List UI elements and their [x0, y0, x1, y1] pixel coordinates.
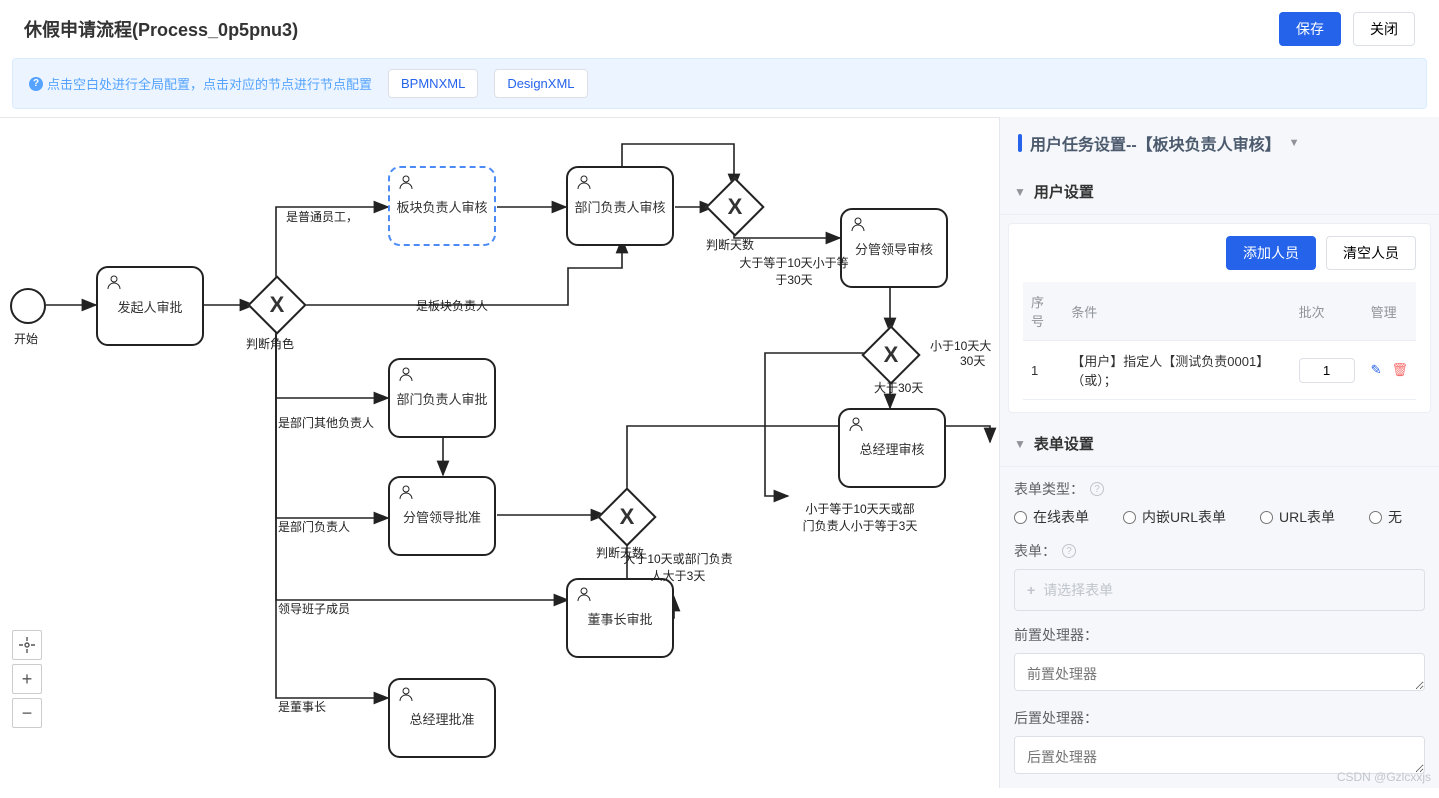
task-branch-leader-review[interactable]: 分管领导审核 — [840, 208, 948, 288]
edge-chairman: 是董事长 — [278, 698, 326, 715]
form-placeholder: 请选择表单 — [1043, 580, 1113, 600]
edge-le10-or-3: 小于等于10天天或部门负责人小于等于3天 — [800, 500, 920, 534]
task-chairman-approve[interactable]: 董事长审批 — [566, 578, 674, 658]
pre-handler-input[interactable] — [1014, 653, 1425, 691]
form-label: 表单：? — [1014, 541, 1425, 561]
task-gm-review[interactable]: 总经理审核 — [838, 408, 946, 488]
help-icon[interactable]: ? — [1090, 482, 1104, 496]
add-person-button[interactable]: 添加人员 — [1226, 236, 1316, 270]
radio-online[interactable]: 在线表单 — [1014, 507, 1089, 527]
radio-embed[interactable]: 内嵌URL表单 — [1123, 507, 1226, 527]
panel-title[interactable]: 用户任务设置--【板块负责人审核】 ▼ — [1000, 117, 1439, 169]
task-dept-leader-approve[interactable]: 部门负责人审批 — [388, 358, 496, 438]
form-select[interactable]: +请选择表单 — [1014, 569, 1425, 611]
panel-title-text: 用户任务设置--【板块负责人审核】 — [1030, 131, 1281, 155]
col-batch: 批次 — [1291, 282, 1363, 341]
post-handler-label: 后置处理器： — [1014, 708, 1425, 728]
title-accent — [1018, 134, 1022, 152]
collapse-icon: ▼ — [1014, 185, 1026, 199]
person-table: 序号 条件 批次 管理 1 【用户】指定人【测试负责0001】（或）； ✎ 🗑 — [1023, 282, 1416, 400]
cell-idx: 1 — [1023, 341, 1063, 400]
edit-icon[interactable]: ✎ — [1371, 362, 1382, 378]
cell-batch — [1291, 341, 1363, 400]
edge-10-30: 大于等于10天小于等于30天 — [734, 254, 854, 288]
edge-dept-leader: 是部门负责人 — [278, 518, 350, 535]
cell-mgmt: ✎ 🗑 — [1363, 341, 1416, 400]
bpmn-xml-button[interactable]: BPMNXML — [388, 69, 478, 98]
clear-person-button[interactable]: 清空人员 — [1326, 236, 1416, 270]
table-row: 1 【用户】指定人【测试负责0001】（或）； ✎ 🗑 — [1023, 341, 1416, 400]
delete-icon[interactable]: 🗑 — [1391, 362, 1408, 378]
col-idx: 序号 — [1023, 282, 1063, 341]
task-dept-leader-review[interactable]: 部门负责人审核 — [566, 166, 674, 246]
bpmn-canvas[interactable]: 开始 发起人审批 X 判断角色 板块负责人审核 部门负责人审核 X 判断天数 分… — [0, 117, 999, 788]
edge-normal-emp: 是普通员工， — [286, 208, 358, 225]
edge-block-leader: 是板块负责人 — [416, 297, 488, 314]
page-title: 休假申请流程(Process_0p5pnu3) — [24, 16, 298, 42]
radio-none[interactable]: 无 — [1369, 507, 1402, 527]
info-icon: ? — [29, 77, 43, 91]
section-form-title: 表单设置 — [1034, 433, 1094, 454]
config-hint: ? 点击空白处进行全局配置，点击对应的节点进行节点配置 — [29, 74, 372, 93]
collapse-icon: ▼ — [1014, 437, 1026, 451]
edge-gt30: 大于30天 — [874, 379, 923, 396]
info-bar: ? 点击空白处进行全局配置，点击对应的节点进行节点配置 BPMNXML Desi… — [12, 58, 1427, 109]
zoom-tools: + − — [12, 630, 42, 728]
target-icon[interactable] — [12, 630, 42, 660]
task-gm-approve[interactable]: 总经理批准 — [388, 678, 496, 758]
properties-sidebar: 用户任务设置--【板块负责人审核】 ▼ ▼ 用户设置 添加人员 清空人员 序号 — [999, 117, 1439, 788]
edge-leaders: 领导班子成员 — [278, 600, 350, 617]
start-event[interactable] — [10, 288, 46, 324]
task-block-leader-review[interactable]: 板块负责人审核 — [388, 166, 496, 246]
watermark: CSDN @Gzlcxxjs — [1337, 770, 1431, 784]
radio-url[interactable]: URL表单 — [1260, 507, 1335, 527]
post-handler-input[interactable] — [1014, 736, 1425, 774]
top-actions: 保存 关闭 — [1279, 12, 1415, 46]
section-form-header[interactable]: ▼ 表单设置 — [1000, 421, 1439, 467]
topbar: 休假申请流程(Process_0p5pnu3) 保存 关闭 — [0, 0, 1439, 58]
section-user-title: 用户设置 — [1034, 181, 1094, 202]
col-mgmt: 管理 — [1363, 282, 1416, 341]
hint-text: 点击空白处进行全局配置，点击对应的节点进行节点配置 — [47, 74, 372, 93]
batch-input[interactable] — [1299, 358, 1355, 383]
cell-cond: 【用户】指定人【测试负责0001】（或）； — [1063, 341, 1290, 400]
section-user-settings-header[interactable]: ▼ 用户设置 — [1000, 169, 1439, 215]
design-xml-button[interactable]: DesignXML — [494, 69, 587, 98]
help-icon[interactable]: ? — [1062, 544, 1076, 558]
zoom-out-button[interactable]: − — [12, 698, 42, 728]
form-type-radios: 在线表单 内嵌URL表单 URL表单 无 — [1014, 507, 1425, 527]
edge-gt10-or-3: 大于10天或部门负责人大于3天 — [618, 550, 738, 584]
edge-dept-other: 是部门其他负责人 — [278, 414, 374, 431]
pre-handler-label: 前置处理器： — [1014, 625, 1425, 645]
col-cond: 条件 — [1063, 282, 1290, 341]
edge-lt10b: 30天 — [960, 352, 985, 369]
zoom-in-button[interactable]: + — [12, 664, 42, 694]
task-initiator-approve[interactable]: 发起人审批 — [96, 266, 204, 346]
gateway-days-1-label: 判断天数 — [706, 236, 754, 253]
start-label: 开始 — [14, 330, 38, 347]
form-type-label: 表单类型：? — [1014, 479, 1425, 499]
close-button[interactable]: 关闭 — [1353, 12, 1415, 46]
save-button[interactable]: 保存 — [1279, 12, 1341, 46]
task-branch-leader-approve[interactable]: 分管领导批准 — [388, 476, 496, 556]
gateway-role-label: 判断角色 — [246, 335, 294, 352]
chevron-down-icon: ▼ — [1289, 137, 1300, 149]
